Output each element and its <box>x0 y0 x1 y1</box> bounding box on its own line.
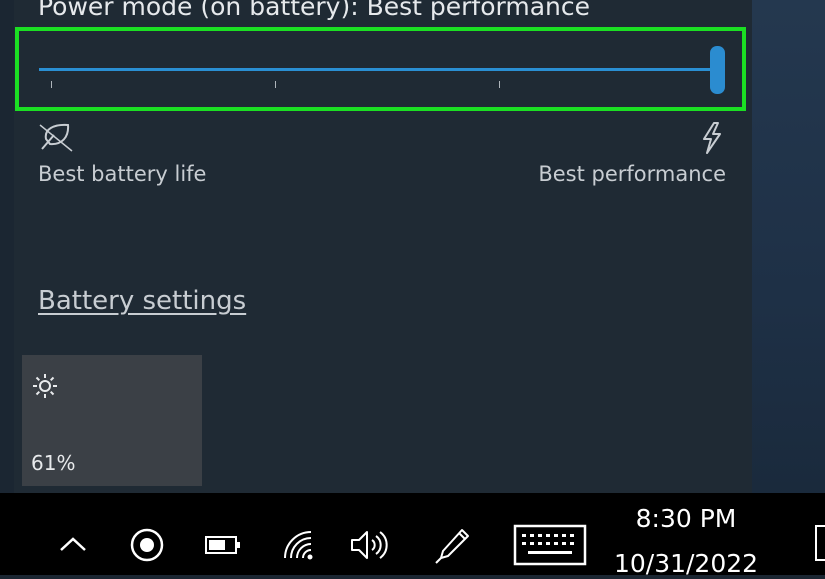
battery-flyout: Power mode (on battery): Best performanc… <box>14 0 752 493</box>
pen-icon[interactable] <box>432 527 472 565</box>
best-battery-life-label: Best battery life <box>38 162 207 186</box>
slider-thumb[interactable] <box>710 46 725 94</box>
chevron-up-icon[interactable] <box>58 535 88 553</box>
brightness-tile[interactable]: 61% <box>22 355 202 486</box>
battery-settings-link[interactable]: Battery settings <box>38 286 246 316</box>
wifi-icon[interactable] <box>281 528 315 562</box>
slider-tick <box>275 81 276 88</box>
notification-center-icon[interactable] <box>815 525 825 561</box>
clock-date: 10/31/2022 <box>613 548 759 578</box>
volume-icon[interactable] <box>349 529 389 561</box>
slider-tick <box>51 81 52 88</box>
best-performance-label: Best performance <box>538 162 726 186</box>
keyboard-icon[interactable] <box>513 524 587 566</box>
sun-icon <box>33 374 57 398</box>
power-mode-slider[interactable] <box>15 27 746 111</box>
leaf-icon <box>39 123 73 152</box>
power-mode-title: Power mode (on battery): Best performanc… <box>38 0 591 21</box>
lightning-icon <box>703 122 721 154</box>
battery-icon[interactable] <box>204 534 242 556</box>
desktop-background <box>752 0 825 493</box>
record-icon[interactable] <box>129 527 165 563</box>
clock-time: 8:30 PM <box>635 504 737 533</box>
taskbar-clock[interactable]: 8:30 PM 10/31/2022 <box>608 504 764 579</box>
brightness-value: 61% <box>31 451 76 475</box>
slider-tick <box>499 81 500 88</box>
slider-track[interactable] <box>39 68 711 71</box>
